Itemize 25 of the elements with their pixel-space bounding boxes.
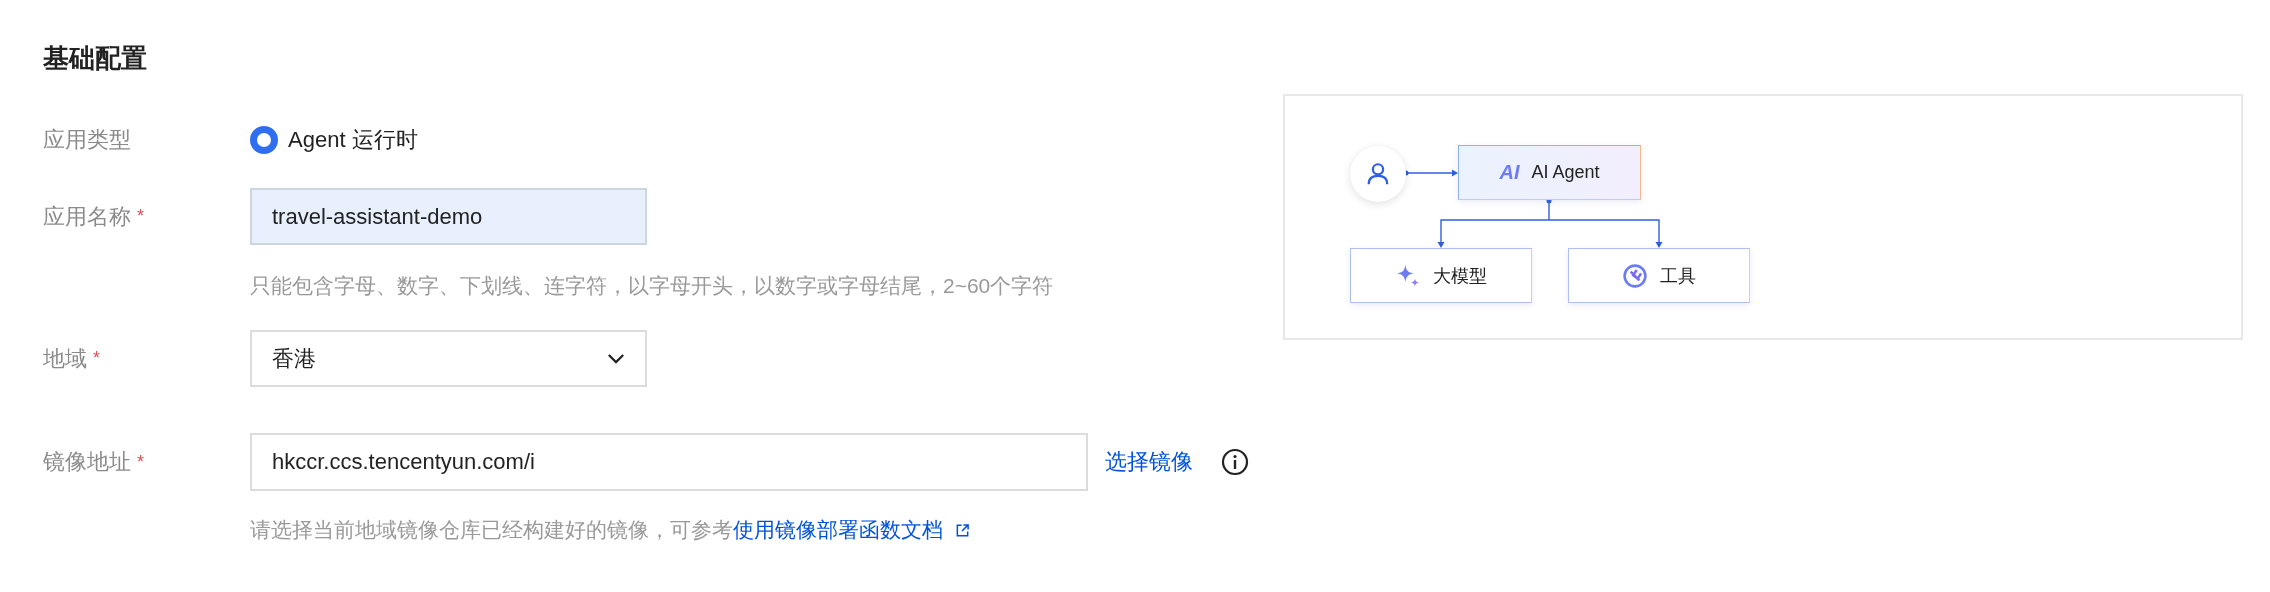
- field-label: 应用名称: [43, 202, 131, 231]
- input-field[interactable]: hkccr.ccs.tencentyun.com/i: [250, 433, 1088, 491]
- region-select[interactable]: 香港: [250, 330, 647, 387]
- input-field[interactable]: travel-assistant-demo: [250, 188, 647, 245]
- field-hint: 只能包含字母、数字、下划线、连字符，以字母开头，以数字或字母结尾，2~60个字符: [250, 273, 1054, 299]
- radio-label[interactable]: Agent 运行时: [288, 125, 418, 155]
- node-label: 工具: [1660, 264, 1696, 288]
- node-label: AI Agent: [1531, 162, 1600, 183]
- user-icon: [1365, 161, 1391, 187]
- required-mark: *: [137, 206, 144, 227]
- section-title: 基础配置: [43, 42, 148, 75]
- ai-logo: AI: [1499, 161, 1520, 184]
- external-link-icon[interactable]: [955, 522, 970, 538]
- chevron-down-icon: [607, 353, 625, 364]
- field-label: 地域: [43, 344, 87, 373]
- required-mark: *: [137, 451, 144, 473]
- node-label: 大模型: [1433, 264, 1487, 288]
- field-hint: 请选择当前地域镜像仓库已经构建好的镜像，可参考: [250, 517, 733, 543]
- field-label: 应用类型: [43, 126, 131, 154]
- radio-button[interactable]: [250, 126, 278, 154]
- field-label: 镜像地址: [43, 448, 131, 476]
- info-icon[interactable]: [1221, 448, 1249, 476]
- required-mark: *: [93, 348, 100, 369]
- docs-link[interactable]: 使用镜像部署函数文档: [733, 515, 943, 545]
- select-image-link[interactable]: 选择镜像: [1105, 447, 1193, 477]
